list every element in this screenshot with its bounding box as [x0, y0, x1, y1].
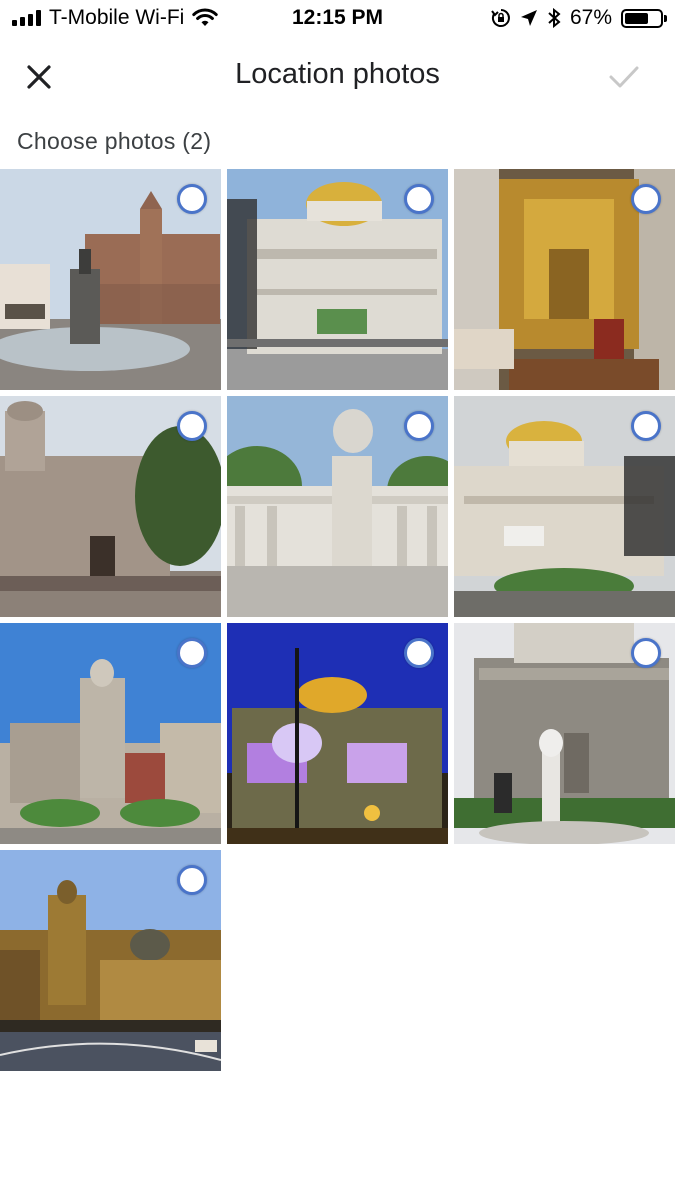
select-photo-radio[interactable]: [177, 184, 207, 214]
page-title: Location photos: [235, 58, 440, 90]
select-photo-radio[interactable]: [404, 411, 434, 441]
status-bar: T-Mobile Wi-Fi 12:15 PM 67%: [0, 0, 675, 38]
photo-grid: [0, 169, 675, 1071]
battery-icon: [621, 8, 667, 28]
battery-percent: 67%: [569, 6, 612, 29]
select-photo-radio[interactable]: [177, 638, 207, 668]
app-bar: Location photos: [0, 40, 675, 112]
photo-tile[interactable]: [0, 169, 221, 390]
select-photo-radio[interactable]: [631, 184, 661, 214]
select-photo-radio[interactable]: [177, 411, 207, 441]
choose-photos-label: Choose photos (2): [17, 128, 212, 154]
photo-tile[interactable]: [454, 169, 675, 390]
photo-tile[interactable]: [0, 396, 221, 617]
status-right: 67%: [491, 6, 667, 30]
select-photo-radio[interactable]: [177, 865, 207, 895]
location-arrow-icon: [520, 10, 537, 26]
checkmark-icon: [609, 66, 639, 88]
photo-tile[interactable]: [227, 623, 448, 844]
photo-tile[interactable]: [227, 169, 448, 390]
battery-fill: [625, 12, 648, 24]
select-photo-radio[interactable]: [404, 184, 434, 214]
photo-tile[interactable]: [227, 396, 448, 617]
bluetooth-icon: [548, 8, 561, 28]
select-photo-radio[interactable]: [631, 411, 661, 441]
photo-tile[interactable]: [454, 396, 675, 617]
confirm-button[interactable]: [603, 56, 645, 98]
photo-tile[interactable]: [0, 850, 221, 1071]
rotation-lock-icon: [491, 9, 510, 27]
photo-tile[interactable]: [454, 623, 675, 844]
photo-tile[interactable]: [0, 623, 221, 844]
select-photo-radio[interactable]: [631, 638, 661, 668]
select-photo-radio[interactable]: [404, 638, 434, 668]
